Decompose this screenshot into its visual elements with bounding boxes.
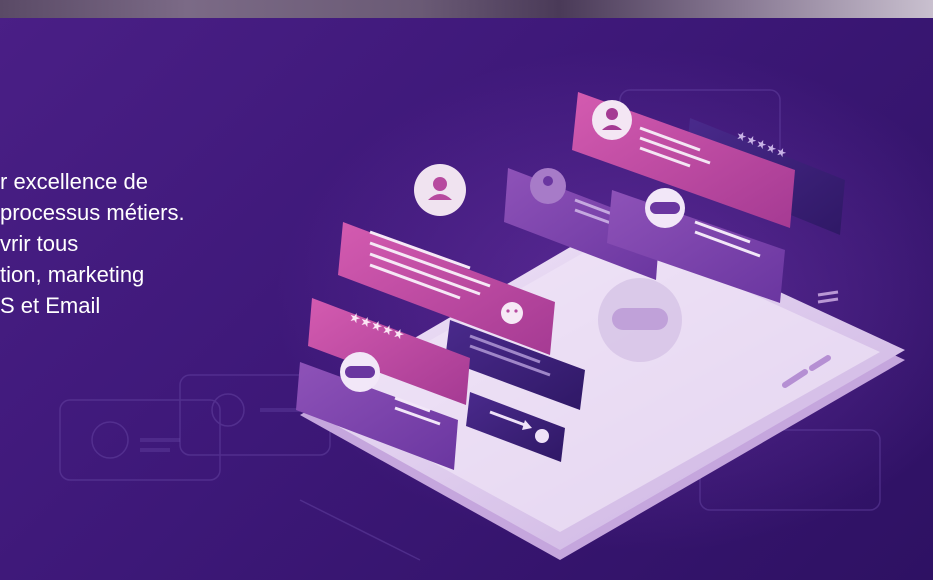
hero-banner: r excellence de processus métiers. vrir … [0, 0, 933, 580]
phone-illustration: ★★★★★ ★★★★★ [296, 92, 905, 560]
